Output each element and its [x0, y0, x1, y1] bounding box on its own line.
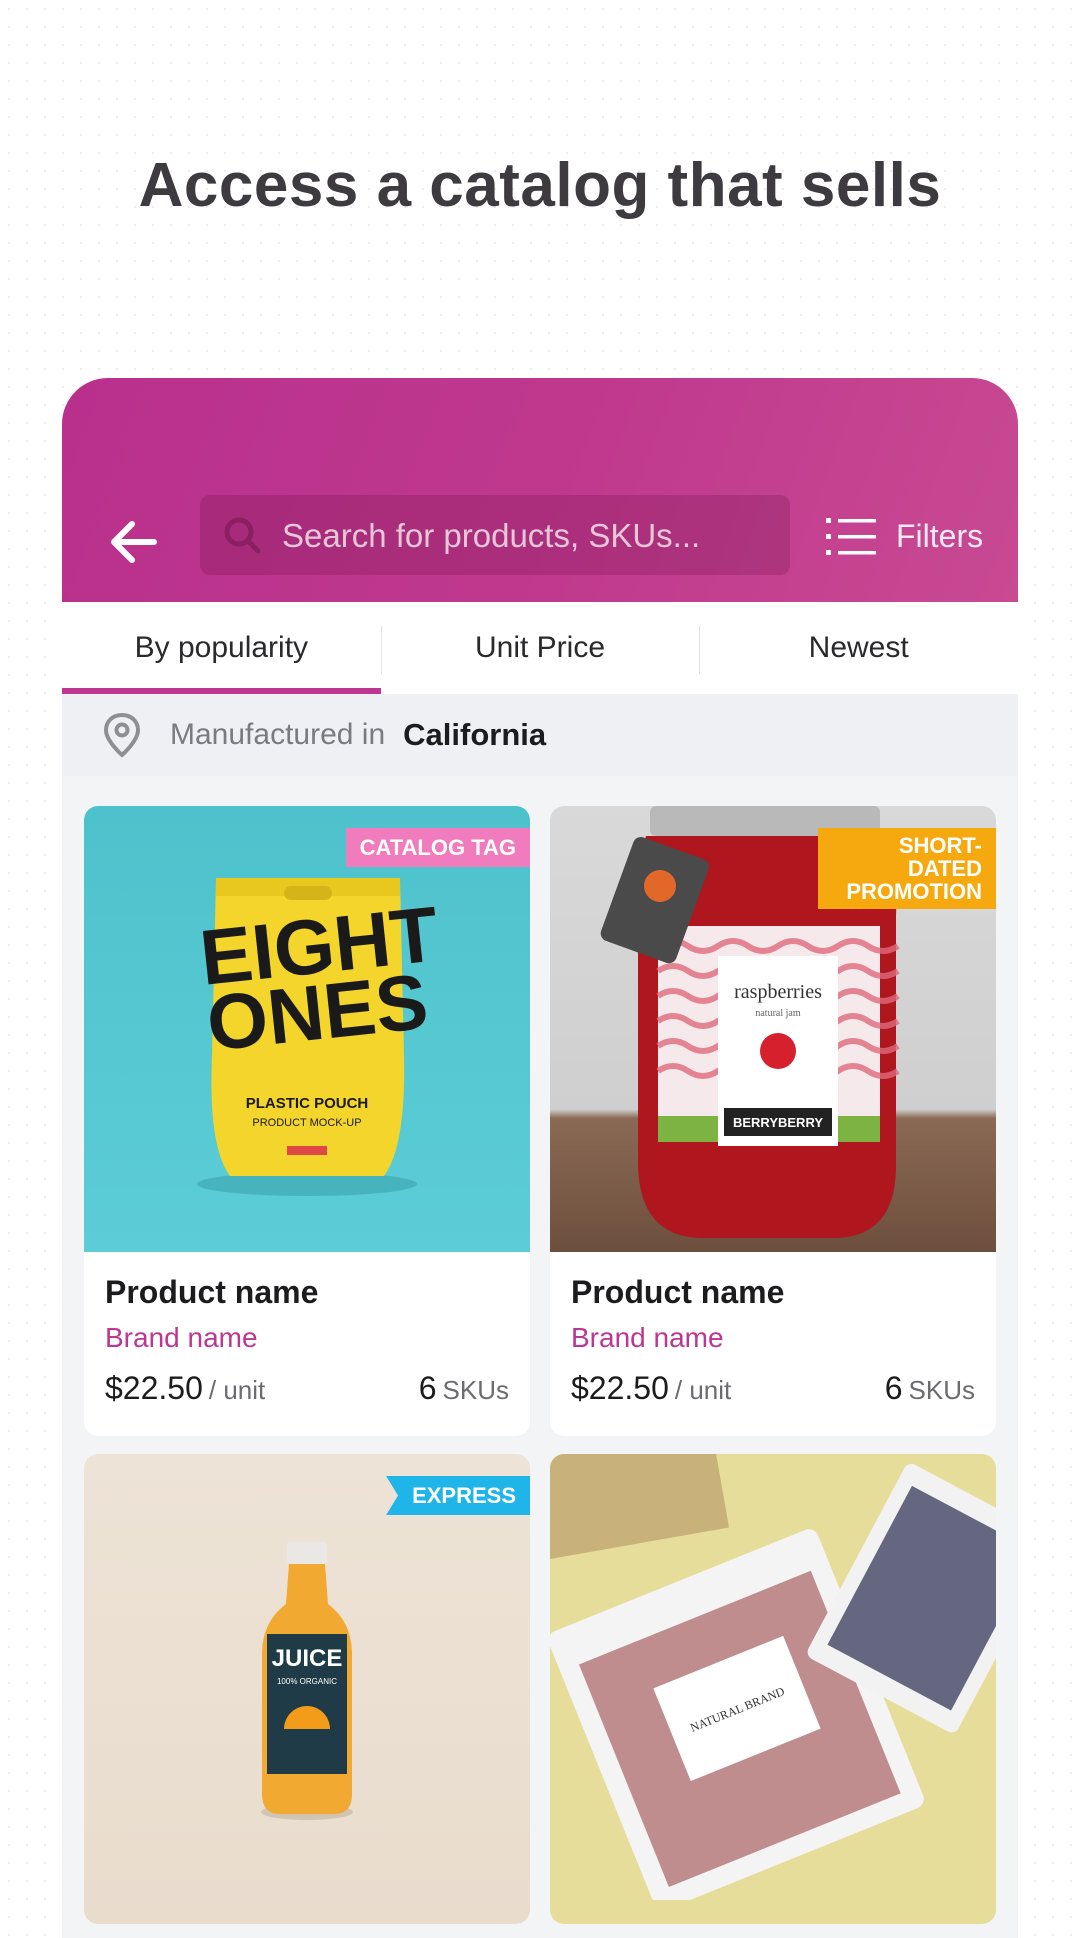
search-input[interactable]	[280, 505, 774, 567]
sku-count: 6 SKUs	[418, 1370, 509, 1406]
pouch-subtitle: PLASTIC POUCH	[246, 1095, 369, 1112]
tab-by-popularity[interactable]: By popularity	[62, 602, 381, 694]
jar-title: raspberries	[734, 981, 822, 1003]
arrow-left-icon	[111, 521, 157, 563]
product-name: Product name	[571, 1274, 785, 1310]
bottle-illustration: JUICE 100% ORGANIC	[261, 1542, 353, 1820]
product-card[interactable]: JUICE 100% ORGANIC EXPRESS	[84, 1454, 530, 1924]
pouch-subtitle-2: PRODUCT MOCK-UP	[252, 1117, 361, 1129]
product-price: $22.50/ unit	[105, 1370, 266, 1406]
catalog-tag-badge: CATALOG TAG	[345, 828, 530, 868]
bottle-title: JUICE	[272, 1645, 343, 1672]
app-screen: Filters By popularity Unit Price Newest …	[62, 378, 1018, 1938]
tea-bags-illustration: NATURAL BRAND	[550, 1454, 996, 1910]
location-value: California	[403, 717, 547, 752]
product-card[interactable]: NATURAL BRAND	[550, 1454, 996, 1924]
top-bar: Filters	[62, 378, 1018, 602]
product-name: Product name	[105, 1274, 319, 1310]
short-dated-promotion-badge: SHORT-DATED PROMOTION	[818, 828, 996, 910]
jar-subtitle: natural jam	[755, 1008, 800, 1019]
bottle-subtitle: 100% ORGANIC	[277, 1677, 337, 1686]
sort-tabs: By popularity Unit Price Newest	[62, 602, 1018, 694]
express-badge: EXPRESS	[386, 1476, 530, 1516]
brand-name[interactable]: Brand name	[105, 1322, 258, 1354]
product-image: JUICE 100% ORGANIC	[84, 1454, 530, 1924]
filters-button[interactable]: Filters	[824, 498, 1004, 574]
product-card[interactable]: EIGHT ONES PLASTIC POUCH PRODUCT MOCK-UP…	[84, 806, 530, 1436]
search-bar[interactable]	[200, 495, 790, 575]
location-label: Manufactured in	[170, 718, 386, 751]
tab-newest[interactable]: Newest	[699, 602, 1018, 694]
product-card[interactable]: raspberries natural jam BERRYBERRY SHORT…	[550, 806, 996, 1436]
product-image: NATURAL BRAND	[550, 1454, 996, 1924]
sku-count: 6 SKUs	[884, 1370, 975, 1406]
headline: Access a catalog that sells	[138, 151, 942, 220]
filters-label: Filters	[896, 517, 984, 554]
back-button[interactable]	[106, 514, 162, 570]
product-image: EIGHT ONES PLASTIC POUCH PRODUCT MOCK-UP	[84, 806, 530, 1252]
brand-name[interactable]: Brand name	[571, 1322, 724, 1354]
product-info: Product name Brand name $22.50/ unit 6 SK…	[550, 1252, 996, 1436]
search-icon	[224, 517, 261, 554]
product-info: Product name Brand name $22.50/ unit 6 SK…	[84, 1252, 530, 1436]
list-icon	[826, 518, 876, 555]
location-pin-icon	[103, 712, 141, 758]
pouch-illustration: EIGHT ONES PLASTIC POUCH PRODUCT MOCK-UP	[196, 878, 442, 1196]
jar-brand: BERRYBERRY	[733, 1115, 823, 1130]
location-filter[interactable]: Manufactured in California	[62, 694, 1018, 776]
product-price: $22.50/ unit	[571, 1370, 732, 1406]
tab-unit-price[interactable]: Unit Price	[380, 602, 700, 694]
